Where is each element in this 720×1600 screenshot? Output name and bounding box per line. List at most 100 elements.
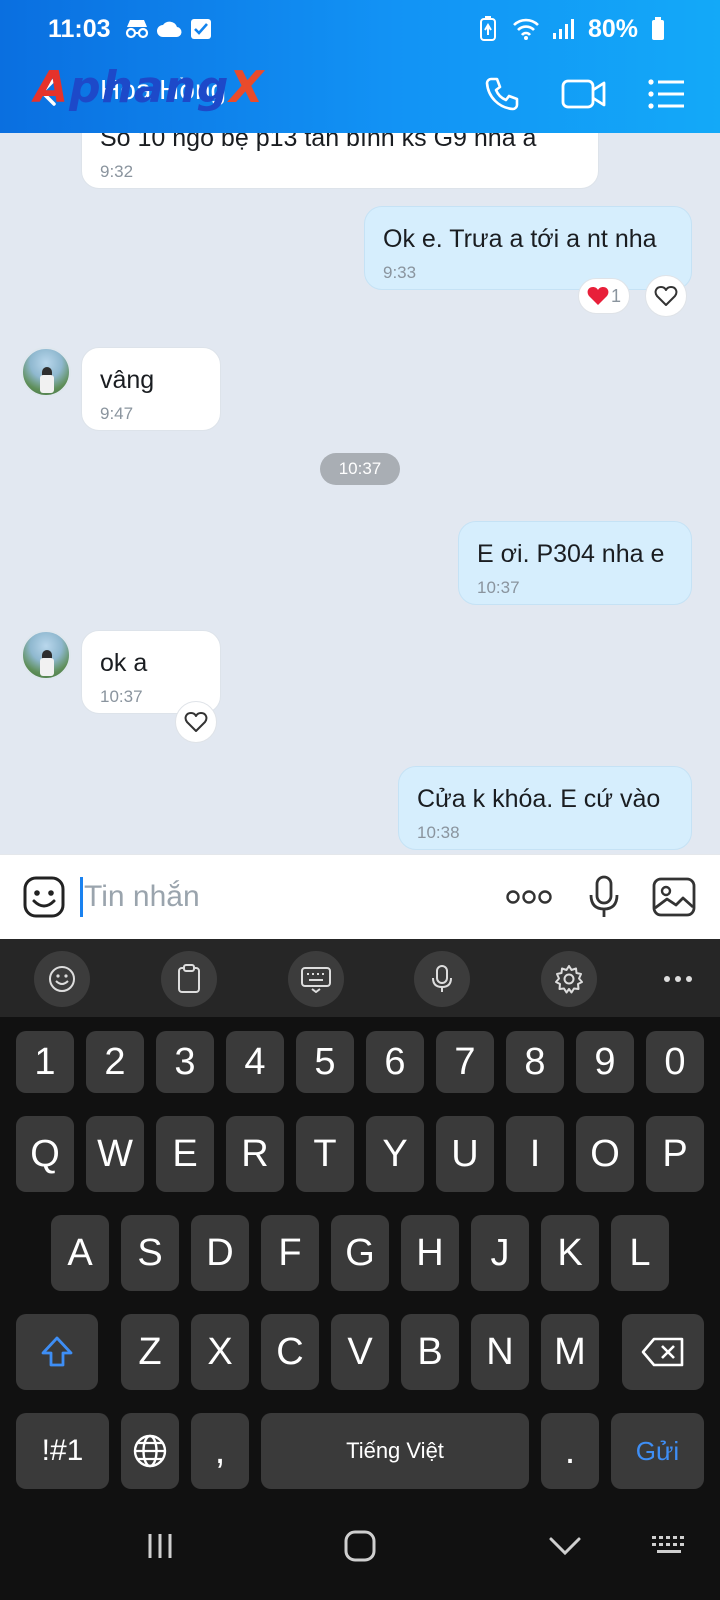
key-j[interactable]: J	[471, 1215, 529, 1291]
key-a[interactable]: A	[51, 1215, 109, 1291]
message-text: ok a	[100, 649, 148, 677]
message-time: 10:38	[417, 823, 460, 842]
recent-apps-icon	[148, 1534, 172, 1558]
key-8[interactable]: 8	[506, 1031, 564, 1093]
red-heart-icon	[587, 287, 609, 305]
gallery-button[interactable]	[648, 871, 700, 923]
toolbar-more-button[interactable]	[650, 951, 706, 1007]
message-list[interactable]: Số 10 ngõ bệ p13 tân bình ks G9 nha a 9:…	[0, 133, 720, 854]
language-key[interactable]	[121, 1413, 179, 1489]
message-bubble-incoming[interactable]: Số 10 ngõ bệ p13 tân bình ks G9 nha a 9:…	[81, 133, 599, 189]
key-g[interactable]: G	[331, 1215, 389, 1291]
key-f[interactable]: F	[261, 1215, 319, 1291]
emoji-button[interactable]	[34, 951, 90, 1007]
key-4[interactable]: 4	[226, 1031, 284, 1093]
key-w[interactable]: W	[86, 1116, 144, 1192]
symbols-key[interactable]: !#1	[16, 1413, 109, 1489]
contact-avatar[interactable]	[21, 630, 71, 680]
battery-percent: 80%	[587, 14, 638, 43]
status-time: 11:03	[48, 14, 111, 43]
recent-apps-button[interactable]	[130, 1516, 190, 1576]
key-z[interactable]: Z	[121, 1314, 179, 1390]
chevron-down-icon	[549, 1537, 581, 1556]
keyboard-settings-button[interactable]	[541, 951, 597, 1007]
sticker-button[interactable]	[18, 871, 70, 923]
key-o[interactable]: O	[576, 1116, 634, 1192]
key-5[interactable]: 5	[296, 1031, 354, 1093]
shift-arrow-icon	[41, 1336, 73, 1367]
contact-avatar[interactable]	[21, 347, 71, 397]
checkbox-notification-icon	[187, 15, 215, 43]
message-bubble-outgoing[interactable]: Cửa k khóa. E cứ vào 10:38	[398, 766, 692, 850]
gear-icon	[555, 965, 583, 994]
key-r[interactable]: R	[226, 1116, 284, 1192]
key-2[interactable]: 2	[86, 1031, 144, 1093]
image-gallery-icon	[652, 877, 696, 917]
key-h[interactable]: H	[401, 1215, 459, 1291]
message-bubble-outgoing[interactable]: E ơi. P304 nha e 10:37	[458, 521, 692, 605]
message-bubble-outgoing[interactable]: Ok e. Trưa a tới a nt nha 9:33	[364, 206, 692, 290]
key-l[interactable]: L	[611, 1215, 669, 1291]
key-e[interactable]: E	[156, 1116, 214, 1192]
keyboard-switch-button[interactable]	[646, 1516, 694, 1576]
key-t[interactable]: T	[296, 1116, 354, 1192]
key-9[interactable]: 9	[576, 1031, 634, 1093]
key-n[interactable]: N	[471, 1314, 529, 1390]
video-call-button[interactable]	[558, 68, 610, 120]
video-camera-icon	[561, 79, 606, 109]
key-c[interactable]: C	[261, 1314, 319, 1390]
key-0[interactable]: 0	[646, 1031, 704, 1093]
more-options-button[interactable]	[502, 871, 556, 923]
message-time: 9:33	[383, 263, 417, 282]
keyboard-toolbar	[0, 939, 720, 1017]
keyboard-mode-button[interactable]	[288, 951, 344, 1007]
key-u[interactable]: U	[436, 1116, 494, 1192]
message-input[interactable]	[84, 873, 464, 921]
key-m[interactable]: M	[541, 1314, 599, 1390]
key-q[interactable]: Q	[16, 1116, 74, 1192]
key-y[interactable]: Y	[366, 1116, 424, 1192]
key-x[interactable]: X	[191, 1314, 249, 1390]
key-7[interactable]: 7	[436, 1031, 494, 1093]
phone-icon	[485, 77, 519, 111]
comma-key[interactable]: ,	[191, 1413, 249, 1489]
backspace-icon	[641, 1337, 684, 1367]
key-s[interactable]: S	[121, 1215, 179, 1291]
globe-icon	[133, 1434, 167, 1468]
key-p[interactable]: P	[646, 1116, 704, 1192]
key-k[interactable]: K	[541, 1215, 599, 1291]
text-cursor	[80, 877, 83, 917]
more-dots-icon	[664, 976, 692, 982]
key-6[interactable]: 6	[366, 1031, 424, 1093]
space-key[interactable]: Tiếng Việt	[261, 1413, 529, 1489]
app-bar: Hoa Hồng AphangX	[0, 60, 720, 126]
message-bubble-incoming[interactable]: vâng 9:47	[81, 347, 221, 431]
shift-key[interactable]	[16, 1314, 98, 1390]
keyboard-grid-icon	[652, 1536, 684, 1553]
on-screen-keyboard: 1 2 3 4 5 6 7 8 9 0 Q W E R T Y U I O P …	[0, 1017, 720, 1492]
message-text: Ok e. Trưa a tới a nt nha	[383, 225, 657, 253]
options-menu-button[interactable]	[640, 68, 692, 120]
ellipsis-icon	[506, 890, 552, 904]
voice-message-button[interactable]	[578, 871, 630, 923]
key-v[interactable]: V	[331, 1314, 389, 1390]
microphone-icon	[432, 965, 452, 992]
voice-call-button[interactable]	[476, 68, 528, 120]
key-1[interactable]: 1	[16, 1031, 74, 1093]
react-heart-button[interactable]	[175, 701, 217, 743]
clipboard-button[interactable]	[161, 951, 217, 1007]
key-b[interactable]: B	[401, 1314, 459, 1390]
incognito-icon	[123, 15, 151, 43]
key-3[interactable]: 3	[156, 1031, 214, 1093]
key-i[interactable]: I	[506, 1116, 564, 1192]
home-button[interactable]	[330, 1516, 390, 1576]
reaction-summary[interactable]: 1	[578, 278, 631, 314]
send-key[interactable]: Gửi	[611, 1413, 704, 1489]
react-heart-button[interactable]	[645, 275, 687, 317]
hide-keyboard-button[interactable]	[535, 1516, 595, 1576]
key-d[interactable]: D	[191, 1215, 249, 1291]
message-time: 10:37	[477, 578, 520, 597]
backspace-key[interactable]	[622, 1314, 704, 1390]
voice-input-button[interactable]	[414, 951, 470, 1007]
period-key[interactable]: .	[541, 1413, 599, 1489]
